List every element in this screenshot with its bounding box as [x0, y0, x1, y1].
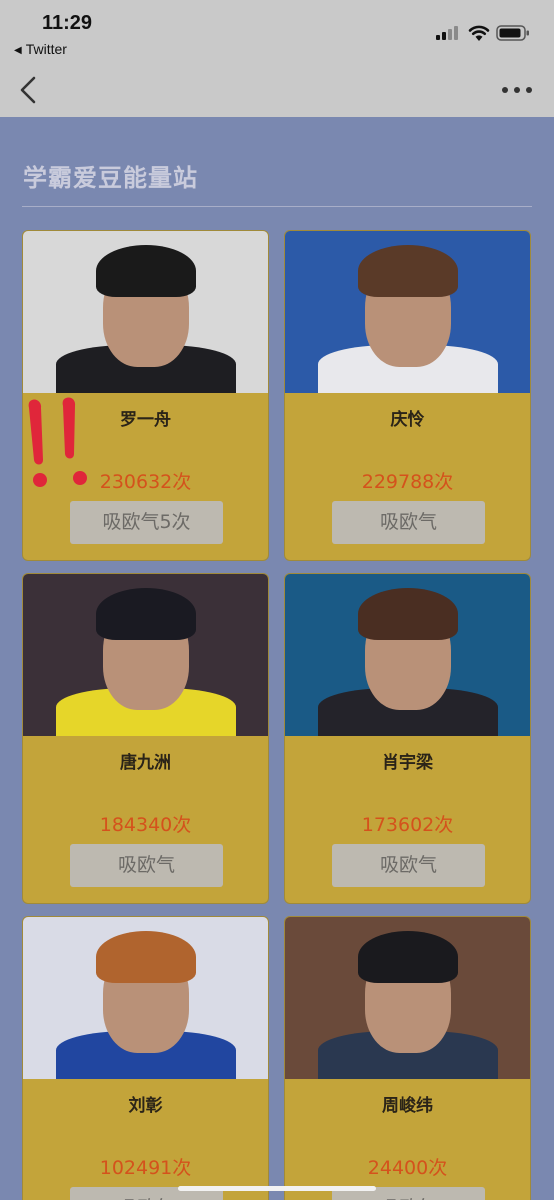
- wifi-icon: [468, 25, 490, 41]
- idol-card: 肖宇梁 173602次 吸欧气: [284, 573, 531, 904]
- vote-count: 24400次: [367, 1157, 448, 1179]
- idol-card: 周峻纬 24400次 吸欧气: [284, 916, 531, 1200]
- idol-photo: [23, 917, 268, 1079]
- idol-photo: [23, 231, 268, 393]
- vote-button[interactable]: 吸欧气: [332, 501, 485, 544]
- idol-photo: [285, 917, 530, 1079]
- home-indicator: [178, 1186, 376, 1191]
- status-time: 11:29: [42, 12, 93, 34]
- back-to-app-link[interactable]: ◀ Twitter: [14, 41, 67, 57]
- vote-button[interactable]: 吸欧气: [332, 844, 485, 887]
- cellular-signal-icon: [436, 26, 462, 40]
- idol-photo: [23, 574, 268, 736]
- vote-count: 184340次: [99, 814, 192, 836]
- chevron-left-icon[interactable]: [16, 75, 40, 105]
- idol-name: 周峻纬: [382, 1096, 433, 1116]
- idol-name: 庆怜: [390, 410, 425, 430]
- idol-card: 庆怜 229788次 吸欧气: [284, 230, 531, 561]
- battery-icon: [496, 25, 529, 41]
- status-bar: 11:29 ◀ Twitter: [0, 0, 554, 64]
- idol-name: 刘彰: [128, 1096, 163, 1116]
- navigation-bar: [0, 64, 554, 117]
- left-triangle-icon: ◀: [14, 45, 22, 56]
- section-title: 学霸爱豆能量站: [23, 164, 198, 192]
- vote-count: 229788次: [361, 471, 454, 493]
- vote-count: 173602次: [361, 814, 454, 836]
- idol-photo: [285, 231, 530, 393]
- double-exclamation-mark-icon: [28, 397, 87, 487]
- vote-button[interactable]: 吸欧气: [70, 844, 223, 887]
- idol-photo: [285, 574, 530, 736]
- back-app-label: Twitter: [25, 41, 67, 57]
- idol-name: 肖宇梁: [382, 753, 433, 773]
- idol-card: 刘彰 102491次 吸欧气: [22, 916, 269, 1200]
- vote-count: 102491次: [99, 1157, 192, 1179]
- vote-button[interactable]: 吸欧气5次: [70, 501, 223, 544]
- more-dots-icon[interactable]: [500, 84, 534, 96]
- idol-card: 唐九洲 184340次 吸欧气: [22, 573, 269, 904]
- section-divider: [22, 206, 532, 207]
- idol-name: 唐九洲: [120, 753, 171, 773]
